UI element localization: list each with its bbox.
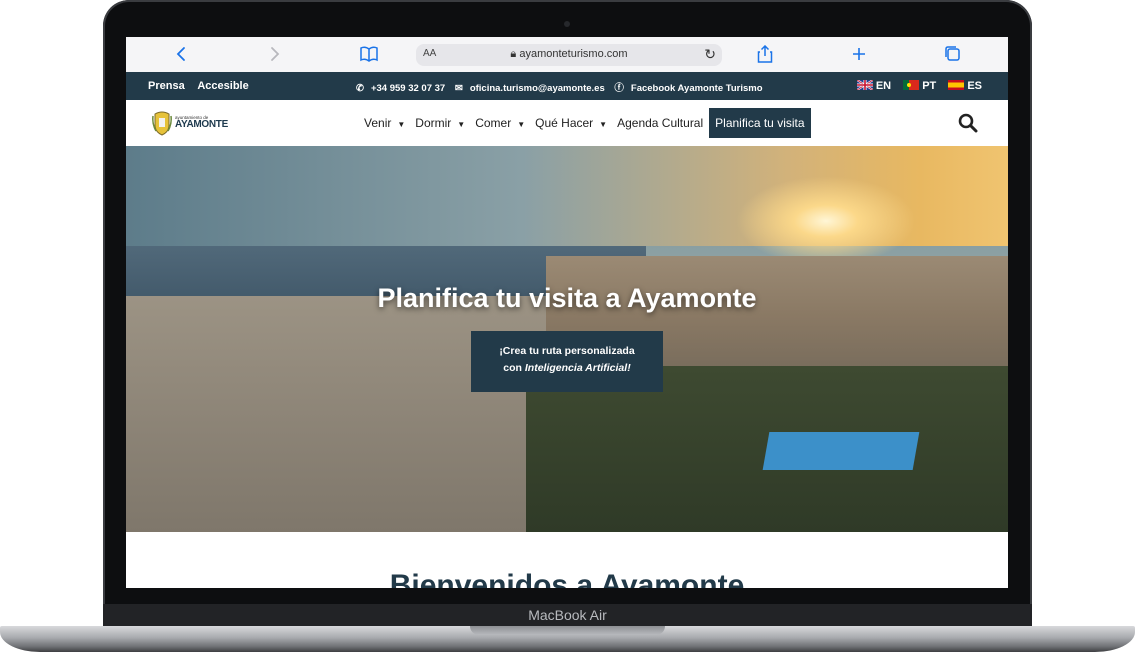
email-link[interactable]: oficina.turismo@ayamonte.es	[470, 83, 605, 94]
hero-pool	[762, 432, 920, 470]
reload-icon[interactable]: ↻	[704, 46, 716, 63]
email-icon: ✉	[454, 83, 463, 94]
site-logo[interactable]: ayuntamiento de AYAMONTE	[152, 110, 228, 136]
phone-icon: ✆	[356, 83, 364, 94]
phone-link[interactable]: +34 959 32 07 37	[371, 83, 445, 94]
lang-en[interactable]: EN	[856, 80, 894, 92]
browser-screen: AA 🔒︎ ayamonteturismo.com ↻ Prensa Acces…	[126, 37, 1008, 588]
url-text: ayamonteturismo.com	[519, 48, 628, 60]
lock-icon: 🔒︎	[510, 48, 517, 60]
facebook-icon: ⓕ	[614, 83, 624, 94]
hero-sun	[736, 176, 916, 266]
tabs-icon[interactable]	[940, 43, 966, 65]
search-icon[interactable]	[958, 113, 978, 138]
caret-down-icon: ▼	[397, 120, 406, 129]
accessible-link[interactable]: Accesible	[197, 80, 248, 92]
forward-icon[interactable]	[262, 43, 288, 65]
browser-toolbar: AA 🔒︎ ayamonteturismo.com ↻	[126, 37, 1008, 72]
nav-item-venir[interactable]: Venir ▼	[364, 116, 405, 130]
back-icon[interactable]	[168, 43, 194, 65]
model-label: MacBook Air	[528, 607, 607, 623]
share-icon[interactable]	[752, 43, 778, 65]
ai-route-prefix: con	[503, 362, 525, 374]
uk-flag-icon	[856, 80, 873, 90]
camera-icon	[564, 21, 570, 27]
bookmarks-icon[interactable]	[356, 43, 382, 65]
plan-visit-button[interactable]: Planifica tu visita	[709, 108, 811, 138]
nav-item-que-hacer[interactable]: Qué Hacer ▼	[535, 116, 607, 130]
nav-item-dormir[interactable]: Dormir ▼	[415, 116, 465, 130]
lang-pt[interactable]: PT	[903, 80, 939, 92]
logo-title: AYAMONTE	[175, 119, 228, 131]
hero-banner: Planifica tu visita a Ayamonte ¡Crea tu …	[126, 146, 1008, 532]
main-nav: ayuntamiento de AYAMONTE Venir ▼ Dormir ▼ …	[126, 100, 1008, 146]
spain-flag-icon	[948, 80, 965, 90]
caret-down-icon: ▼	[517, 120, 526, 129]
facebook-link[interactable]: Facebook Ayamonte Turismo	[631, 83, 763, 94]
portugal-flag-icon	[903, 80, 920, 90]
coat-of-arms-icon	[152, 111, 172, 136]
welcome-heading: Bienvenidos a Ayamonte	[389, 569, 745, 588]
ai-route-button[interactable]: ¡Crea tu ruta personalizada con Intelige…	[471, 331, 663, 392]
lang-es[interactable]: ES	[948, 80, 982, 92]
ai-route-emphasis: Inteligencia Artificial!	[524, 362, 631, 374]
new-tab-icon[interactable]	[846, 43, 872, 65]
laptop-notch	[470, 626, 665, 635]
press-link[interactable]: Prensa	[148, 80, 185, 92]
top-info-bar: Prensa Accesible ✆ +34 959 32 07 37 ✉ ofic…	[126, 72, 1008, 100]
address-bar[interactable]: AA 🔒︎ ayamonteturismo.com ↻	[416, 44, 722, 66]
nav-item-agenda-cultural[interactable]: Agenda Cultural	[617, 116, 703, 130]
caret-down-icon: ▼	[457, 120, 466, 129]
caret-down-icon: ▼	[599, 120, 608, 129]
nav-item-comer[interactable]: Comer ▼	[475, 116, 525, 130]
ai-route-line1: ¡Crea tu ruta personalizada	[499, 345, 635, 357]
hero-title: Planifica tu visita a Ayamonte	[377, 283, 757, 313]
